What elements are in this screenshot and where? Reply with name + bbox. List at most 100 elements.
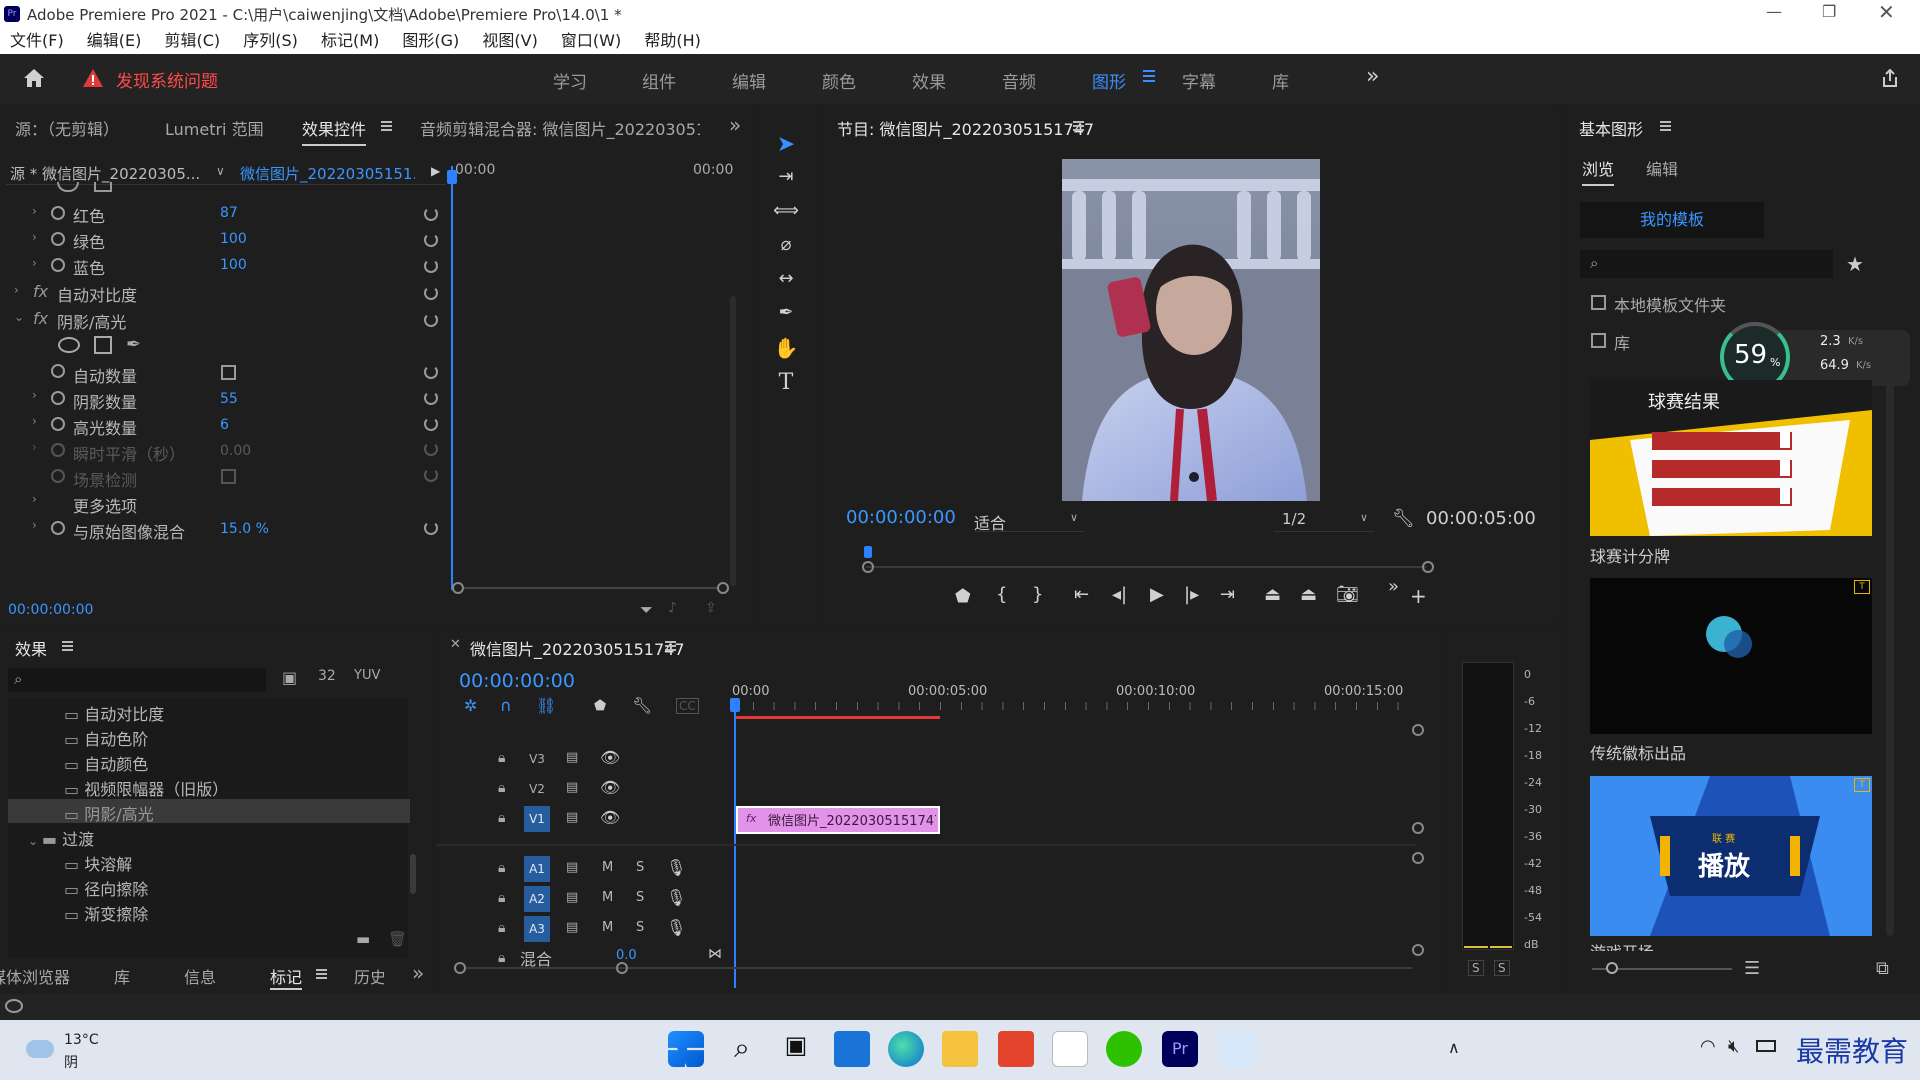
effect-shadow-highlight-label[interactable]: 阴影/高光	[57, 309, 126, 333]
workspace-overflow-icon[interactable]: »	[1366, 64, 1379, 89]
menu-marker[interactable]: 标记(M)	[321, 28, 379, 54]
ec-vscroll[interactable]	[730, 296, 736, 586]
play-icon[interactable]: ▶	[1150, 584, 1164, 605]
workspace-menu-icon[interactable]	[1143, 70, 1155, 82]
track-v1[interactable]: V1	[524, 806, 550, 832]
timeline-clip[interactable]: fx 微信图片_20220305151747.j	[736, 806, 940, 834]
timeline-settings-wrench-icon[interactable]: 🔧︎	[632, 696, 652, 715]
timeline-vscroll-handle[interactable]	[1412, 852, 1424, 864]
eye-icon[interactable]: 👁︎	[600, 748, 620, 767]
panel-menu-icon[interactable]	[1073, 121, 1084, 131]
program-video-frame[interactable]	[1062, 159, 1320, 501]
work-area-bar[interactable]	[734, 716, 940, 719]
sync-lock-icon[interactable]: ▤	[566, 780, 578, 795]
essential-graphics-title[interactable]: 基本图形	[1579, 116, 1643, 140]
thumb-size-slider-handle[interactable]	[1606, 962, 1618, 974]
effects-search-input[interactable]: ⌕	[8, 668, 266, 692]
sequence-clip-link[interactable]: 微信图片_20220305151...	[240, 163, 415, 184]
ec-timecode[interactable]: 00:00:00:00	[8, 602, 93, 618]
menu-graphics[interactable]: 图形(G)	[402, 28, 459, 54]
tab-effect-controls[interactable]: 效果控件	[302, 116, 367, 146]
resolution-select[interactable]: 1/2 ∨	[1274, 510, 1374, 532]
tab-audio-clip-mixer[interactable]: 音频剪辑混合器: 微信图片_202203051	[420, 116, 700, 140]
expand-chevron-icon[interactable]: ›	[32, 388, 37, 402]
search-icon[interactable]: ⌕	[724, 1031, 760, 1067]
sync-lock-icon[interactable]: ▤	[566, 860, 578, 875]
solo-button[interactable]: S	[636, 920, 644, 935]
tab-lumetri-scopes[interactable]: Lumetri 范围	[165, 116, 264, 140]
timeline-title[interactable]: 微信图片_20220305151747	[470, 636, 685, 660]
timeline-hscroll-bar[interactable]	[466, 967, 1412, 969]
timeline-playhead[interactable]	[734, 698, 736, 988]
step-back-icon[interactable]: ◂|	[1112, 584, 1127, 605]
yuv-effects-icon[interactable]: YUV	[354, 668, 380, 683]
program-title[interactable]: 节目: 微信图片_20220305151747	[837, 116, 1094, 140]
timeline-hscroll-left[interactable]	[454, 962, 466, 974]
mark-out-icon[interactable]: }	[1032, 584, 1043, 605]
mark-in-icon[interactable]: {	[996, 584, 1007, 605]
expand-chevron-icon[interactable]: ›	[32, 440, 37, 454]
expand-chevron-icon[interactable]: ›	[14, 283, 19, 297]
effect-auto-contrast-label[interactable]: 自动对比度	[57, 282, 137, 306]
reset-icon[interactable]	[424, 313, 438, 327]
ellipse-mask-icon[interactable]	[58, 337, 80, 353]
slip-tool-icon[interactable]: ↔	[771, 268, 801, 296]
office-icon[interactable]	[998, 1031, 1034, 1067]
menu-edit[interactable]: 编辑(E)	[87, 28, 142, 54]
mix-go-to-end-icon[interactable]: ⋈	[708, 946, 722, 962]
accelerated-effects-icon[interactable]: ▣	[282, 668, 297, 687]
program-scrubber-track[interactable]	[866, 566, 1426, 568]
reset-icon[interactable]	[424, 233, 438, 247]
play-triangle-icon[interactable]: ▶	[431, 164, 440, 178]
stopwatch-icon[interactable]	[51, 364, 65, 378]
track-v3[interactable]: V3	[524, 746, 550, 772]
workspace-tab-captions[interactable]: 字幕	[1182, 68, 1216, 93]
notepad-icon[interactable]	[1052, 1031, 1088, 1067]
weather-cloud-icon[interactable]	[26, 1040, 54, 1058]
stopwatch-icon[interactable]	[51, 232, 65, 246]
solo-left-button[interactable]: S	[1468, 960, 1484, 976]
tab-edit[interactable]: 编辑	[1646, 156, 1678, 180]
favorite-star-icon[interactable]: ★	[1846, 252, 1864, 276]
sync-lock-icon[interactable]: ▤	[566, 890, 578, 905]
folder-item[interactable]: ⌄ ▬ 过渡	[28, 826, 94, 850]
fx-badge[interactable]: fx	[33, 309, 48, 328]
go-to-in-icon[interactable]: ⇤	[1074, 584, 1089, 605]
pen-tool-icon[interactable]: ✒	[771, 302, 801, 330]
more-options-label[interactable]: 更多选项	[73, 493, 137, 517]
rect-mask-icon[interactable]	[94, 182, 112, 192]
expand-chevron-icon[interactable]: ›	[32, 256, 37, 270]
ellipse-mask-icon[interactable]	[57, 182, 79, 192]
reset-icon[interactable]	[424, 521, 438, 535]
fx-badge[interactable]: fx	[33, 282, 48, 301]
wifi-icon[interactable]: ◠	[1700, 1036, 1716, 1057]
tray-chevron-icon[interactable]: ∧	[1448, 1038, 1460, 1057]
track-select-tool-icon[interactable]: ⇥	[771, 166, 801, 194]
eg-scrollbar[interactable]	[1886, 376, 1894, 936]
eye-icon[interactable]: 👁︎	[600, 808, 620, 827]
selection-tool-icon[interactable]: ➤	[771, 132, 801, 160]
volume-mute-icon[interactable]: 🔇︎	[1728, 1036, 1739, 1057]
param-highlight-amount-value[interactable]: 6	[220, 417, 229, 433]
nest-toggle-icon[interactable]: ✲	[464, 696, 477, 715]
panel-overflow-icon[interactable]: »	[412, 961, 424, 985]
solo-right-button[interactable]: S	[1494, 960, 1510, 976]
sort-icon[interactable]: ☰	[1744, 958, 1760, 979]
wechat-icon[interactable]	[1106, 1031, 1142, 1067]
filter-icon[interactable]: ⏷	[640, 600, 653, 620]
task-view-icon[interactable]: ▣	[778, 1031, 814, 1067]
template-thumb-scoreboard[interactable]: 球赛结果	[1590, 380, 1872, 536]
ec-hscroll-right-handle[interactable]	[717, 582, 729, 594]
effect-item[interactable]: ▭ 径向擦除	[64, 876, 148, 900]
reset-icon[interactable]	[424, 207, 438, 221]
workspace-tab-learn[interactable]: 学习	[553, 68, 587, 93]
system-issue-alert[interactable]: 发现系统问题	[116, 67, 218, 92]
effects-scrollbar[interactable]	[410, 854, 416, 894]
tab-markers[interactable]: 标记	[270, 964, 303, 990]
eye-icon[interactable]: 👁︎	[600, 778, 620, 797]
tab-source[interactable]: 源：（无剪辑）	[15, 116, 119, 140]
param-green-value[interactable]: 100	[220, 231, 247, 247]
minimize-icon[interactable]: —	[1766, 2, 1782, 21]
microphone-icon[interactable]: 🎙︎	[666, 858, 686, 877]
reset-icon[interactable]	[424, 365, 438, 379]
